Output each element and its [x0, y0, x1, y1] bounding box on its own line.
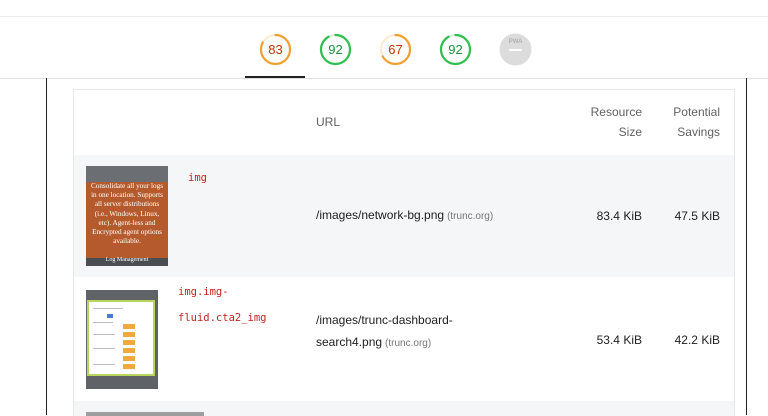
header-line: Potential — [673, 105, 720, 119]
column-header-url: URL — [316, 115, 341, 129]
report-border-left — [46, 78, 47, 415]
thumb-block — [123, 340, 135, 345]
opportunity-details-table: URL Resource Size Potential Savings Cons… — [73, 89, 735, 416]
table-row[interactable] — [74, 401, 734, 416]
score-value: 92 — [448, 42, 463, 57]
score-gauge-best-practices[interactable]: 67 — [379, 33, 412, 66]
thumbnail-footer-text: Log Management — [105, 257, 149, 263]
selector-line[interactable]: fluid.cta2_img — [178, 305, 267, 331]
column-header-resource-size: Resource Size — [574, 102, 642, 142]
resource-thumbnail — [86, 412, 204, 416]
thumb-block — [123, 356, 135, 361]
thumbnail-text: Consolidate all your logs in one locatio… — [90, 182, 164, 246]
potential-savings-value: 47.5 KiB — [674, 209, 720, 223]
scores-header: 83 92 67 92 PWA — [0, 0, 768, 79]
thumb-block — [123, 324, 135, 329]
url-text[interactable]: /images/network-bg.png — [316, 208, 444, 222]
thumb-block — [123, 348, 135, 353]
thumb-line — [93, 334, 115, 335]
url-text[interactable]: search4.png — [316, 335, 382, 349]
score-gauge-accessibility[interactable]: 92 — [319, 33, 352, 66]
url-origin: (trunc.org) — [447, 211, 494, 222]
thumb-block — [123, 332, 135, 337]
thumb-line — [93, 308, 123, 309]
score-gauge-seo[interactable]: 92 — [439, 33, 472, 66]
table-row[interactable]: img.img- fluid.cta2_img /images/trunc-da… — [74, 277, 734, 401]
resource-size-value: 83.4 KiB — [596, 209, 642, 223]
potential-savings-value: 42.2 KiB — [674, 333, 720, 347]
header-line: Resource — [590, 105, 642, 119]
header-line: Savings — [677, 125, 720, 139]
header-line: Size — [618, 125, 642, 139]
url-text[interactable]: /images/trunc-dashboard- — [316, 309, 453, 331]
resource-thumbnail: Consolidate all your logs in one locatio… — [86, 166, 168, 266]
selector-line[interactable]: img.img- — [178, 279, 267, 305]
table-row[interactable]: Consolidate all your logs in one locatio… — [74, 155, 734, 277]
score-value: 92 — [328, 42, 343, 57]
node-selector[interactable]: img.img- fluid.cta2_img — [178, 279, 267, 331]
pwa-label: PWA — [508, 39, 523, 45]
pwa-dash-icon — [509, 49, 522, 51]
column-header-potential-savings: Potential Savings — [652, 102, 720, 142]
report-border-right — [746, 78, 747, 415]
score-value: 83 — [268, 42, 283, 57]
resource-size-value: 53.4 KiB — [596, 333, 642, 347]
node-selector[interactable]: img — [188, 165, 207, 191]
resource-url[interactable]: /images/network-bg.png (trunc.org) — [316, 204, 493, 228]
thumb-button — [107, 314, 113, 318]
thumb-line — [93, 364, 115, 365]
top-divider — [0, 16, 768, 17]
thumb-line — [93, 348, 115, 349]
score-value: 67 — [388, 42, 403, 57]
resource-thumbnail — [86, 290, 158, 389]
resource-url[interactable]: /images/trunc-dashboard- search4.png (tru… — [316, 309, 453, 355]
thumbnail-header — [86, 166, 168, 182]
thumb-block — [123, 364, 135, 369]
url-origin: (trunc.org) — [385, 338, 432, 349]
active-tab-indicator — [245, 76, 305, 78]
score-gauge-performance[interactable]: 83 — [259, 33, 292, 66]
url-text-continued[interactable]: search4.png (trunc.org) — [316, 331, 453, 355]
score-gauge-pwa[interactable]: PWA — [499, 33, 532, 66]
thumbnail-dashboard — [87, 300, 155, 376]
thumb-line — [93, 322, 113, 323]
